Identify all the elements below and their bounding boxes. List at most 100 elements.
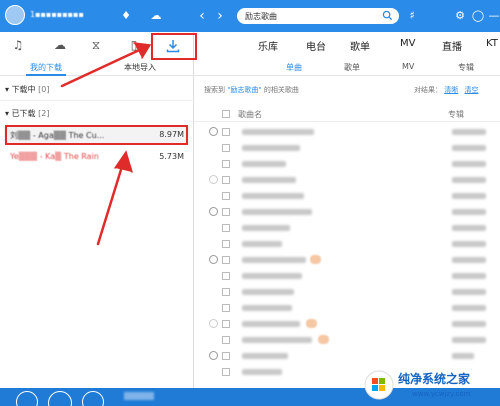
tab-albums[interactable]: 专辑 <box>458 62 474 73</box>
row-checkbox[interactable] <box>222 288 230 296</box>
main-nav: 乐库 电台 歌单 MV 直播 KT <box>194 32 500 58</box>
nav-radio[interactable]: 电台 <box>306 38 326 53</box>
row-checkbox[interactable] <box>222 320 230 328</box>
watermark-title: 纯净系统之家 <box>398 372 471 386</box>
nav-mv[interactable]: MV <box>400 38 415 49</box>
album-cell <box>452 273 486 279</box>
row-checkbox[interactable] <box>222 272 230 280</box>
album-cell <box>452 289 486 295</box>
song-size: 5.73M <box>159 152 184 161</box>
table-row[interactable] <box>194 188 500 204</box>
song-name-cell <box>242 145 300 151</box>
row-checkbox[interactable] <box>222 304 230 312</box>
highlight-downloaded-song <box>5 125 188 145</box>
table-row[interactable] <box>194 348 500 364</box>
row-checkbox[interactable] <box>222 224 230 232</box>
album-cell <box>452 177 486 183</box>
row-checkbox[interactable] <box>222 256 230 264</box>
album-cell <box>452 209 486 215</box>
song-name-cell <box>242 273 302 279</box>
microphone-icon[interactable]: ♯ <box>404 8 420 24</box>
downloading-count: [0] <box>38 85 50 94</box>
search-icon[interactable] <box>382 10 393 21</box>
vip-icon[interactable]: ♦ <box>118 8 134 24</box>
search-input[interactable]: 励志歌曲 <box>245 11 277 22</box>
play-button[interactable] <box>48 391 72 406</box>
cloud-icon[interactable]: ☁ <box>52 37 68 53</box>
row-checkbox[interactable] <box>222 352 230 360</box>
select-all-checkbox[interactable] <box>222 110 230 118</box>
table-row[interactable] <box>194 300 500 316</box>
table-row[interactable] <box>194 332 500 348</box>
next-button[interactable] <box>82 391 104 406</box>
cloud-sync-icon[interactable]: ☁ <box>148 8 164 24</box>
album-cell <box>452 305 486 311</box>
song-name-cell <box>242 193 304 199</box>
nav-music-library[interactable]: 乐库 <box>258 38 278 53</box>
quality-badge <box>306 319 317 328</box>
row-checkbox[interactable] <box>222 240 230 248</box>
song-name-cell <box>242 289 294 295</box>
back-icon[interactable]: ‹ <box>194 8 210 24</box>
skin-icon[interactable]: ◯ <box>470 8 486 24</box>
tab-songs[interactable]: 单曲 <box>286 62 302 73</box>
filter-clear-link[interactable]: 清晰 <box>444 86 458 94</box>
row-checkbox[interactable] <box>222 208 230 216</box>
table-row[interactable] <box>194 172 500 188</box>
col-album[interactable]: 专辑 <box>448 109 464 120</box>
album-cell <box>452 129 486 135</box>
col-song-name[interactable]: 歌曲名 <box>238 109 262 120</box>
table-row[interactable] <box>194 204 500 220</box>
minimize-icon[interactable]: — <box>486 8 500 24</box>
nav-ktv[interactable]: KT <box>486 38 498 49</box>
table-row[interactable] <box>194 284 500 300</box>
table-row[interactable] <box>194 236 500 252</box>
search-box[interactable]: 励志歌曲 <box>237 8 399 24</box>
table-row[interactable] <box>194 252 500 268</box>
nav-live[interactable]: 直播 <box>442 38 462 53</box>
username[interactable]: 1▪▪▪▪▪▪▪▪▪ <box>30 10 110 20</box>
downloaded-label: 已下载 <box>11 109 36 118</box>
chevron-down-icon: ▾ <box>5 109 10 118</box>
tab-playlists[interactable]: 歌单 <box>344 62 360 73</box>
tab-mv[interactable]: MV <box>402 62 414 71</box>
now-playing-text <box>124 392 154 400</box>
settings-icon[interactable]: ⚙ <box>452 8 468 24</box>
top-bar: 1▪▪▪▪▪▪▪▪▪ ♦ ☁ ‹ › 励志歌曲 ♯ ⚙ ◯ — <box>0 0 500 32</box>
table-row[interactable] <box>194 220 500 236</box>
info-prefix: 搜索到 <box>204 86 225 94</box>
song-name-cell <box>242 209 312 215</box>
song-name-cell <box>242 241 282 247</box>
tab-my-downloads[interactable]: 我的下载 <box>30 62 62 73</box>
row-checkbox[interactable] <box>222 176 230 184</box>
row-checkbox[interactable] <box>222 192 230 200</box>
tab-local-import[interactable]: 本地导入 <box>124 62 156 73</box>
highlight-download-tab <box>151 33 197 60</box>
table-row[interactable] <box>194 140 500 156</box>
album-cell <box>452 257 486 263</box>
table-row[interactable] <box>194 268 500 284</box>
row-checkbox[interactable] <box>222 160 230 168</box>
phone-icon[interactable]: ▯ <box>126 37 142 53</box>
row-checkbox[interactable] <box>222 128 230 136</box>
table-row[interactable] <box>194 316 500 332</box>
row-checkbox[interactable] <box>222 368 230 376</box>
user-avatar[interactable] <box>5 5 25 25</box>
list-item[interactable]: Ye▒▒▒ - Ka▒ The Rain 5.73M <box>4 148 190 166</box>
table-row[interactable] <box>194 156 500 172</box>
table-row[interactable] <box>194 124 500 140</box>
radio-icon[interactable]: ⧖ <box>88 37 104 53</box>
downloading-group[interactable]: ▾ 下载中 [0] <box>5 84 49 95</box>
nav-playlist[interactable]: 歌单 <box>350 38 370 53</box>
forward-icon[interactable]: › <box>212 8 228 24</box>
download-status-icon <box>209 175 218 184</box>
row-checkbox[interactable] <box>222 144 230 152</box>
row-checkbox[interactable] <box>222 336 230 344</box>
watermark-url: www.ycwjzy.com <box>412 390 471 398</box>
music-note-icon[interactable]: ♫ <box>10 37 26 53</box>
watermark: 纯净系统之家 www.ycwjzy.com <box>360 364 500 406</box>
downloaded-group[interactable]: ▾ 已下载 [2] <box>5 108 49 119</box>
previous-button[interactable] <box>16 391 38 406</box>
filter-empty-link[interactable]: 清空 <box>464 86 478 94</box>
download-status-icon <box>209 127 218 136</box>
